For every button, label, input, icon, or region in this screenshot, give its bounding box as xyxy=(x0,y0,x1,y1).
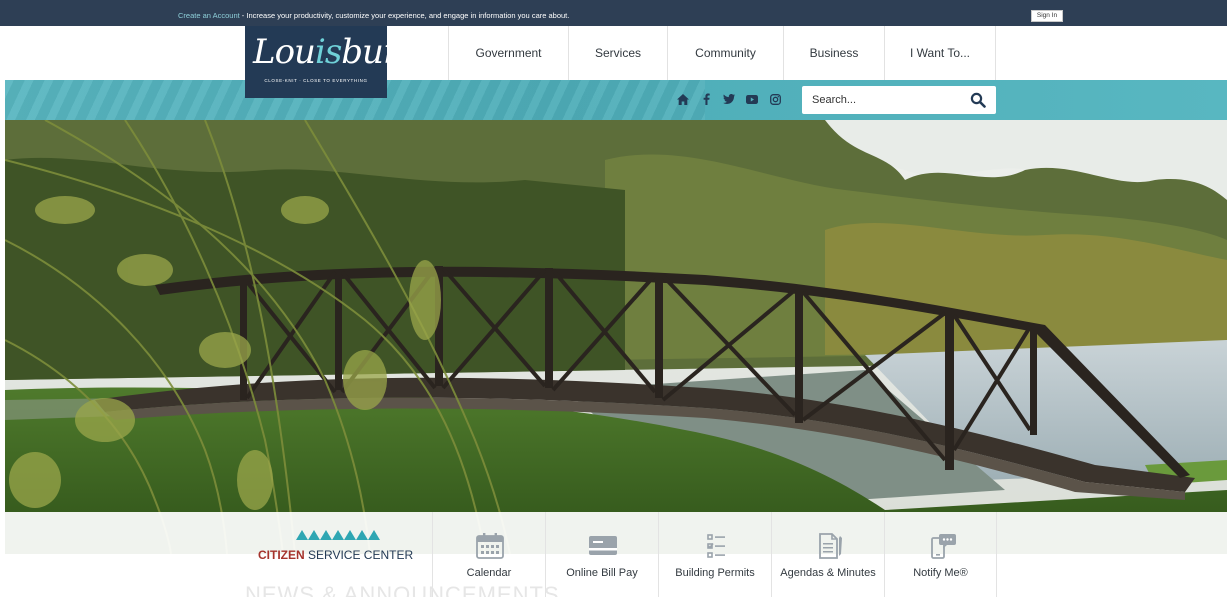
quick-link-label: Building Permits xyxy=(675,567,755,579)
search-icon[interactable] xyxy=(970,92,988,110)
youtube-icon[interactable] xyxy=(745,92,759,106)
quick-link-label: Agendas & Minutes xyxy=(780,567,876,579)
document-icon xyxy=(819,533,842,559)
calendar-icon xyxy=(476,533,504,559)
news-heading: NEWS & ANNOUNCEMENTS xyxy=(245,582,560,597)
quick-link-agendas-minutes[interactable]: Agendas & Minutes xyxy=(771,512,884,597)
social-links xyxy=(676,92,782,106)
twitter-icon[interactable] xyxy=(722,92,736,106)
crown-icon xyxy=(296,530,380,540)
quick-link-notify-me[interactable]: Notify Me® xyxy=(884,512,997,597)
hero-image xyxy=(5,120,1227,554)
citizen-service-center-title: CITIZEN SERVICE CENTER xyxy=(258,548,414,562)
search-input[interactable] xyxy=(812,92,962,108)
credit-card-icon xyxy=(589,536,617,555)
account-bar: Create an Account - Increase your produc… xyxy=(0,0,1227,26)
account-message: Create an Account - Increase your produc… xyxy=(178,11,569,20)
quick-link-online-bill-pay[interactable]: Online Bill Pay xyxy=(545,512,658,597)
utility-bar xyxy=(5,80,1227,120)
notify-phone-icon xyxy=(931,534,956,559)
quick-link-label: Notify Me® xyxy=(913,567,968,579)
facebook-icon[interactable] xyxy=(699,92,713,106)
site-logo[interactable]: Louisburg CLOSE-KNIT · CLOSE TO EVERYTHI… xyxy=(245,26,420,98)
quick-link-label: Online Bill Pay xyxy=(566,567,638,579)
checklist-icon xyxy=(707,534,725,558)
citizen-service-center-logo[interactable]: CITIZEN SERVICE CENTER xyxy=(250,524,426,574)
account-message-text: - Increase your productivity, customize … xyxy=(239,11,570,20)
instagram-icon[interactable] xyxy=(768,92,782,106)
nav-item-government[interactable]: Government xyxy=(448,26,568,80)
logo-wordmark: Louisburg xyxy=(253,32,420,72)
home-icon[interactable] xyxy=(676,92,690,106)
nav-item-community[interactable]: Community xyxy=(667,26,783,80)
logo-tagline: CLOSE-KNIT · CLOSE TO EVERYTHING xyxy=(264,78,368,83)
search-box xyxy=(802,86,996,114)
nav-item-services[interactable]: Services xyxy=(568,26,667,80)
main-nav: Government Services Community Business I… xyxy=(448,26,996,80)
create-account-link[interactable]: Create an Account xyxy=(178,11,240,20)
nav-item-business[interactable]: Business xyxy=(783,26,884,80)
hero-bridge-photo xyxy=(5,120,1227,554)
sign-in-button[interactable]: Sign In xyxy=(1031,10,1063,22)
nav-item-i-want-to[interactable]: I Want To... xyxy=(884,26,996,80)
quick-link-label: Calendar xyxy=(466,567,512,579)
quick-link-building-permits[interactable]: Building Permits xyxy=(658,512,771,597)
